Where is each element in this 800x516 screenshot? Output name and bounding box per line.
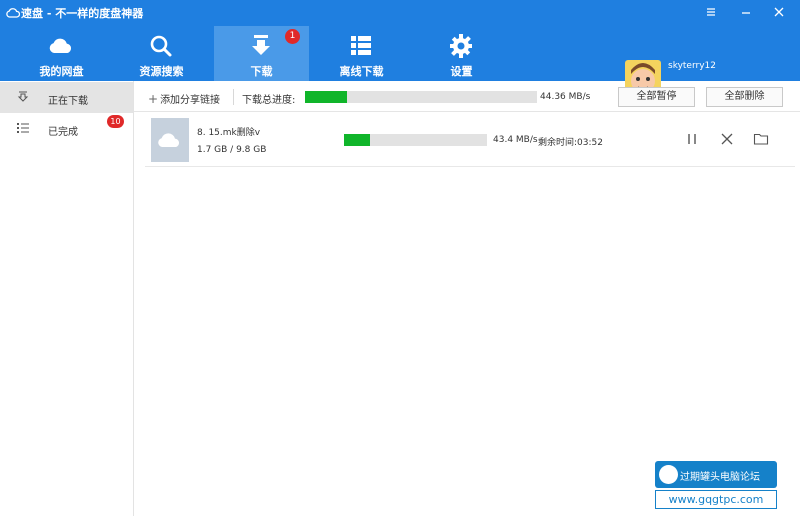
nav-offline-download[interactable]: 离线下载 — [314, 26, 409, 81]
download-icon — [252, 35, 270, 55]
delete-all-button[interactable]: 全部删除 — [706, 87, 783, 107]
download-arrow-icon — [17, 91, 29, 102]
divider — [233, 89, 234, 105]
sidebar: 正在下载 已完成 10 — [0, 81, 134, 516]
cloud-logo-icon — [6, 8, 20, 18]
nav-label: 资源搜索 — [139, 65, 184, 78]
total-progress-bar — [305, 91, 537, 103]
close-icon[interactable] — [770, 4, 788, 20]
pause-icon[interactable] — [684, 131, 700, 147]
nav-download[interactable]: 1 下载 — [214, 26, 309, 81]
total-progress-label: 下载总进度: — [242, 95, 296, 106]
nav-resource-search[interactable]: 资源搜索 — [114, 26, 209, 81]
file-remaining-time: 剩余时间:03:52 — [538, 138, 603, 148]
watermark-text: 过期罐头电脑论坛 — [680, 472, 760, 483]
minimize-icon[interactable] — [737, 4, 755, 20]
total-progress-fill — [305, 91, 347, 103]
download-toolbar: + 添加分享链接 下载总进度: 44.36 MB/s 全部暂停 全部删除 — [134, 81, 800, 112]
file-progress-bar — [344, 134, 487, 146]
add-share-link-label: 添加分享链接 — [160, 95, 221, 106]
search-icon — [150, 35, 172, 57]
sidebar-item-label: 正在下载 — [48, 96, 88, 107]
add-share-link-button[interactable]: + 添加分享链接 — [148, 91, 220, 106]
file-progress-fill — [344, 134, 370, 146]
download-item[interactable]: 8. 15.mk删除v 1.7 GB / 9.8 GB 43.4 MB/s 剩余… — [145, 113, 795, 167]
file-icon — [151, 118, 189, 162]
folder-icon[interactable] — [753, 131, 769, 147]
plus-icon: + — [148, 92, 159, 106]
watermark: 过期罐头电脑论坛 www.gqgtpc.com — [655, 461, 777, 509]
list-icon — [17, 123, 29, 133]
title-bar: 速盘 - 不一样的度盘神器 — [0, 0, 800, 26]
delete-icon[interactable] — [719, 131, 735, 147]
watermark-logo-icon — [659, 465, 678, 484]
gear-icon — [450, 34, 472, 58]
download-count-badge: 1 — [285, 29, 300, 44]
sidebar-item-completed[interactable]: 已完成 10 — [0, 113, 133, 144]
list-icon — [351, 36, 371, 55]
sidebar-item-label: 已完成 — [48, 127, 78, 138]
pause-all-button[interactable]: 全部暂停 — [618, 87, 695, 107]
main-nav: 我的网盘 资源搜索 1 下载 离线下载 设置 skyterry12 退出当前账户 — [0, 26, 800, 99]
nav-label: 离线下载 — [339, 65, 384, 78]
file-speed: 43.4 MB/s — [493, 135, 538, 145]
total-speed: 44.36 MB/s — [540, 92, 591, 102]
file-name: 8. 15.mk删除v — [197, 128, 261, 138]
watermark-banner: 过期罐头电脑论坛 — [655, 461, 777, 488]
nav-my-disk[interactable]: 我的网盘 — [14, 26, 109, 81]
file-size: 1.7 GB / 9.8 GB — [197, 145, 267, 155]
menu-icon[interactable] — [702, 4, 720, 20]
nav-label: 下载 — [250, 65, 273, 78]
window-title: 速盘 - 不一样的度盘神器 — [21, 7, 144, 20]
nav-label: 设置 — [450, 65, 473, 78]
username: skyterry12 — [668, 61, 716, 71]
watermark-url: www.gqgtpc.com — [655, 490, 777, 509]
cloud-icon — [49, 38, 72, 53]
completed-count-badge: 10 — [107, 115, 124, 128]
sidebar-item-downloading[interactable]: 正在下载 — [0, 82, 133, 113]
nav-settings[interactable]: 设置 — [414, 26, 509, 81]
nav-label: 我的网盘 — [39, 65, 84, 78]
